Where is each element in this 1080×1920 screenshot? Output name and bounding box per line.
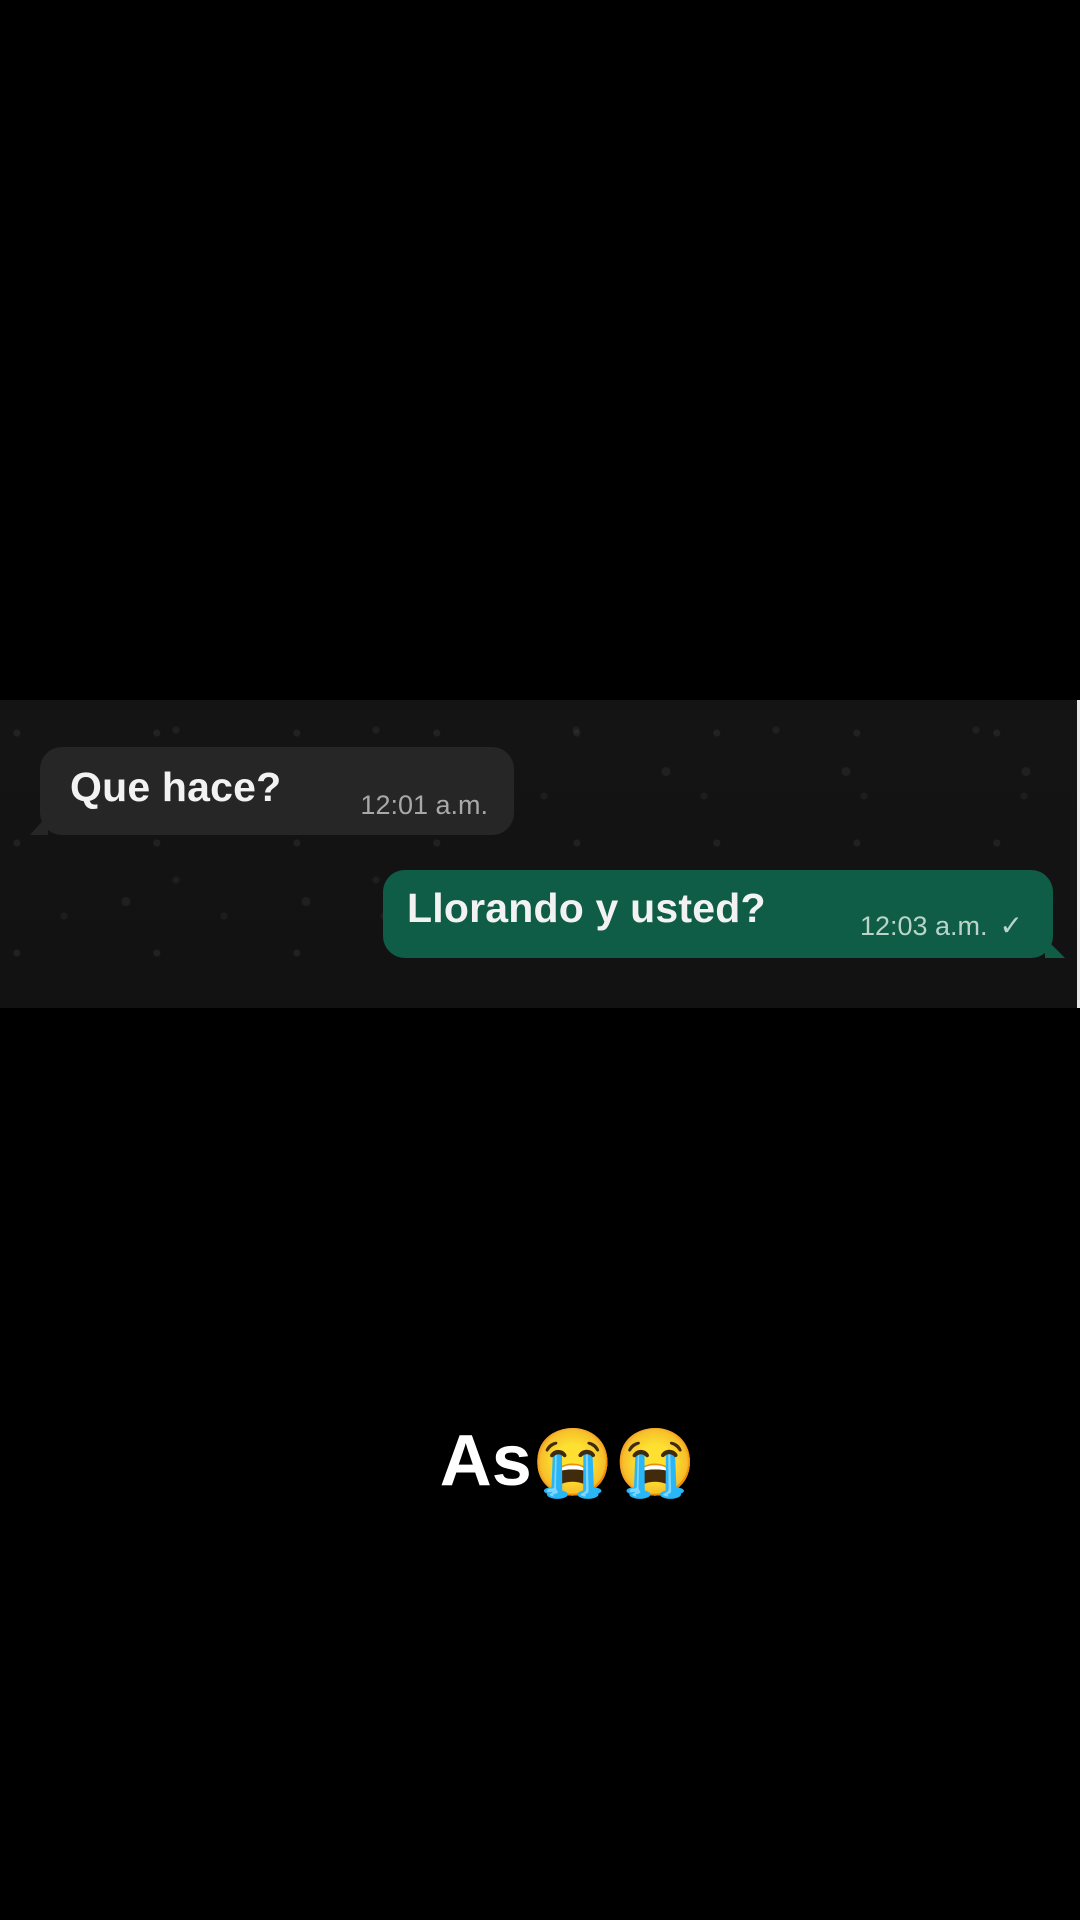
chat-screenshot: Que hace? 12:01 a.m. Llorando y usted? 1… xyxy=(0,700,1080,1008)
incoming-message-bubble: Que hace? 12:01 a.m. xyxy=(30,747,514,835)
outgoing-message-bubble: Llorando y usted? 12:03 a.m. ✓ xyxy=(383,870,1065,958)
outgoing-message-time: 12:03 a.m. ✓ xyxy=(860,909,1023,942)
single-check-icon: ✓ xyxy=(999,910,1023,941)
crying-face-emoji: 😭😭 xyxy=(531,1425,697,1499)
outgoing-message-text: Llorando y usted? xyxy=(407,885,766,931)
caption-text: As xyxy=(439,1421,532,1501)
incoming-message-text: Que hace? xyxy=(70,764,282,810)
video-caption: As😭😭 xyxy=(0,1425,1080,1497)
incoming-message-time: 12:01 a.m. xyxy=(360,790,488,820)
outgoing-time-label: 12:03 a.m. xyxy=(859,911,988,941)
